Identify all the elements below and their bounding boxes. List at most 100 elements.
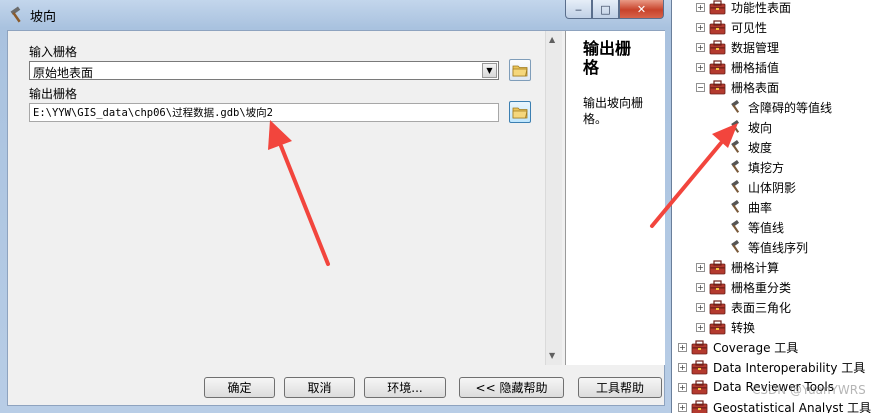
- tree-item-label: 坡度: [748, 140, 773, 155]
- tree-toolbox-item[interactable]: + Coverage 工具: [678, 337, 798, 357]
- tree-tool-item[interactable]: 曲率: [728, 197, 772, 217]
- tree-tool-item[interactable]: 坡度: [728, 137, 772, 157]
- hammer-icon: [731, 159, 740, 173]
- maximize-icon: □: [600, 2, 611, 16]
- tree-item-label: 可见性: [731, 20, 768, 35]
- tree-toolbox-item[interactable]: + Data Interoperability 工具: [678, 357, 865, 377]
- toolbox-icon: [709, 300, 726, 315]
- folder-icon: [512, 65, 528, 77]
- tree-toolset-item[interactable]: + 功能性表面: [696, 0, 791, 17]
- output-raster-browse-button[interactable]: [509, 101, 531, 123]
- tree-tool-item[interactable]: 等值线序列: [728, 237, 808, 257]
- toolbox-icon: [709, 0, 726, 15]
- environments-button[interactable]: 环境...: [364, 377, 446, 398]
- hammer-icon: [731, 239, 740, 253]
- tree-item-label: 含障碍的等值线: [748, 100, 833, 115]
- tree-toolset-item[interactable]: + 表面三角化: [696, 297, 791, 317]
- tree-item-label: 山体阴影: [748, 180, 797, 195]
- tree-toolset-item[interactable]: + 栅格计算: [696, 257, 779, 277]
- help-text: 输出坡向栅格。: [583, 96, 644, 126]
- tree-item-label: Geostatistical Analyst 工具: [713, 400, 872, 413]
- tree-tool-item[interactable]: 山体阴影: [728, 177, 796, 197]
- expand-icon[interactable]: +: [696, 22, 705, 32]
- tree-toolset-item[interactable]: + 栅格插值: [696, 57, 779, 77]
- parameters-pane: 输入栅格 原始地表面 ▼ 输出栅格 E:\YYW\GIS_data\chp06\…: [8, 31, 562, 365]
- hammer-icon: [731, 179, 740, 193]
- expand-icon[interactable]: +: [696, 42, 705, 52]
- close-icon: ✕: [636, 2, 647, 16]
- input-raster-select[interactable]: 原始地表面 ▼: [29, 61, 499, 80]
- toolbox-icon: [709, 20, 726, 35]
- tree-toolset-item[interactable]: + 栅格重分类: [696, 277, 791, 297]
- input-raster-label: 输入栅格: [29, 45, 78, 59]
- hammer-icon: [731, 99, 740, 113]
- expand-icon[interactable]: +: [696, 2, 705, 12]
- tree-tool-item[interactable]: 含障碍的等值线: [728, 97, 832, 117]
- dropdown-arrow-icon[interactable]: ▼: [482, 63, 497, 78]
- tree-toolset-item[interactable]: − 栅格表面: [696, 77, 779, 97]
- input-raster-value: 原始地表面: [33, 66, 94, 80]
- tree-item-label: 栅格插值: [731, 60, 780, 75]
- expand-icon[interactable]: +: [696, 302, 705, 312]
- scroll-up-icon[interactable]: ▲: [549, 35, 555, 44]
- tree-tool-item[interactable]: 坡向: [728, 117, 773, 137]
- tree-tool-item[interactable]: 填挖方: [728, 157, 784, 177]
- tree-item-label: 栅格表面: [731, 80, 780, 95]
- tree-item-label: 坡向: [748, 118, 773, 136]
- close-button[interactable]: ✕: [619, 0, 664, 19]
- toolbox-icon: [709, 40, 726, 55]
- expand-icon[interactable]: +: [696, 282, 705, 292]
- tree-item-label: 栅格计算: [731, 260, 780, 275]
- tree-toolset-item[interactable]: + 可见性: [696, 17, 767, 37]
- expand-icon[interactable]: +: [678, 342, 687, 352]
- toolbox-icon: [691, 380, 708, 395]
- maximize-button[interactable]: □: [592, 0, 619, 19]
- expand-icon[interactable]: +: [696, 62, 705, 72]
- minimize-button[interactable]: ‒: [565, 0, 592, 19]
- tree-item-label: Data Interoperability 工具: [713, 360, 866, 375]
- tree-toolbox-item[interactable]: + Geostatistical Analyst 工具: [678, 397, 871, 413]
- expand-icon[interactable]: +: [678, 362, 687, 372]
- input-raster-browse-button[interactable]: [509, 59, 531, 81]
- ok-button[interactable]: 确定: [204, 377, 275, 398]
- tree-item-label: 功能性表面: [731, 0, 792, 15]
- help-pane: 输出栅格 输出坡向栅格。: [565, 31, 665, 365]
- hammer-icon: [10, 6, 21, 23]
- expand-icon[interactable]: +: [678, 382, 687, 392]
- toolbox-tree: + 功能性表面 + 可见性 + 数据管理 + 栅格插值 − 栅格表面含障碍的等值线 坡向坡度填挖方山…: [674, 0, 890, 413]
- dialog-titlebar[interactable]: 坡向 ‒ □ ✕: [0, 0, 672, 30]
- output-raster-input[interactable]: [30, 104, 498, 121]
- aspect-tool-dialog: 坡向 ‒ □ ✕ 输入栅格 原始地表面 ▼ 输出栅格 E:\YYW\GIS_da…: [0, 0, 672, 413]
- expand-icon[interactable]: +: [696, 262, 705, 272]
- expand-icon[interactable]: +: [678, 402, 687, 412]
- hammer-icon: [731, 199, 740, 213]
- tree-item-label: 等值线: [748, 220, 785, 235]
- cancel-button[interactable]: 取消: [284, 377, 355, 398]
- hammer-icon: [731, 119, 740, 133]
- window-controls: ‒ □ ✕: [565, 0, 664, 19]
- tool-help-button[interactable]: 工具帮助: [578, 377, 662, 398]
- tree-tool-item[interactable]: 等值线: [728, 217, 784, 237]
- tree-toolset-item[interactable]: + 转换: [696, 317, 755, 337]
- dialog-client: 输入栅格 原始地表面 ▼ 输出栅格 E:\YYW\GIS_data\chp06\…: [7, 30, 665, 406]
- hide-help-button[interactable]: << 隐藏帮助: [459, 377, 564, 398]
- folder-icon: [512, 107, 528, 119]
- tree-item-label: 转换: [731, 320, 756, 335]
- tree-item-label: 数据管理: [731, 40, 780, 55]
- collapse-icon[interactable]: −: [696, 82, 705, 92]
- expand-icon[interactable]: +: [696, 322, 705, 332]
- tree-toolset-item[interactable]: + 数据管理: [696, 37, 779, 57]
- dialog-title: 坡向: [30, 10, 57, 25]
- hammer-icon: [731, 139, 740, 153]
- toolbox-icon: [709, 280, 726, 295]
- scroll-down-icon[interactable]: ▼: [549, 351, 555, 360]
- hammer-icon: [731, 219, 740, 233]
- minimize-icon: ‒: [575, 2, 582, 16]
- output-raster-field[interactable]: [29, 103, 499, 122]
- tree-item-label: Coverage 工具: [713, 340, 799, 355]
- toolbox-icon: [709, 80, 726, 95]
- tree-item-label: 填挖方: [748, 160, 785, 175]
- tree-item-label: 表面三角化: [731, 300, 792, 315]
- toolbox-icon: [709, 320, 726, 335]
- parameters-scrollbar[interactable]: ▲ ▼: [545, 31, 562, 365]
